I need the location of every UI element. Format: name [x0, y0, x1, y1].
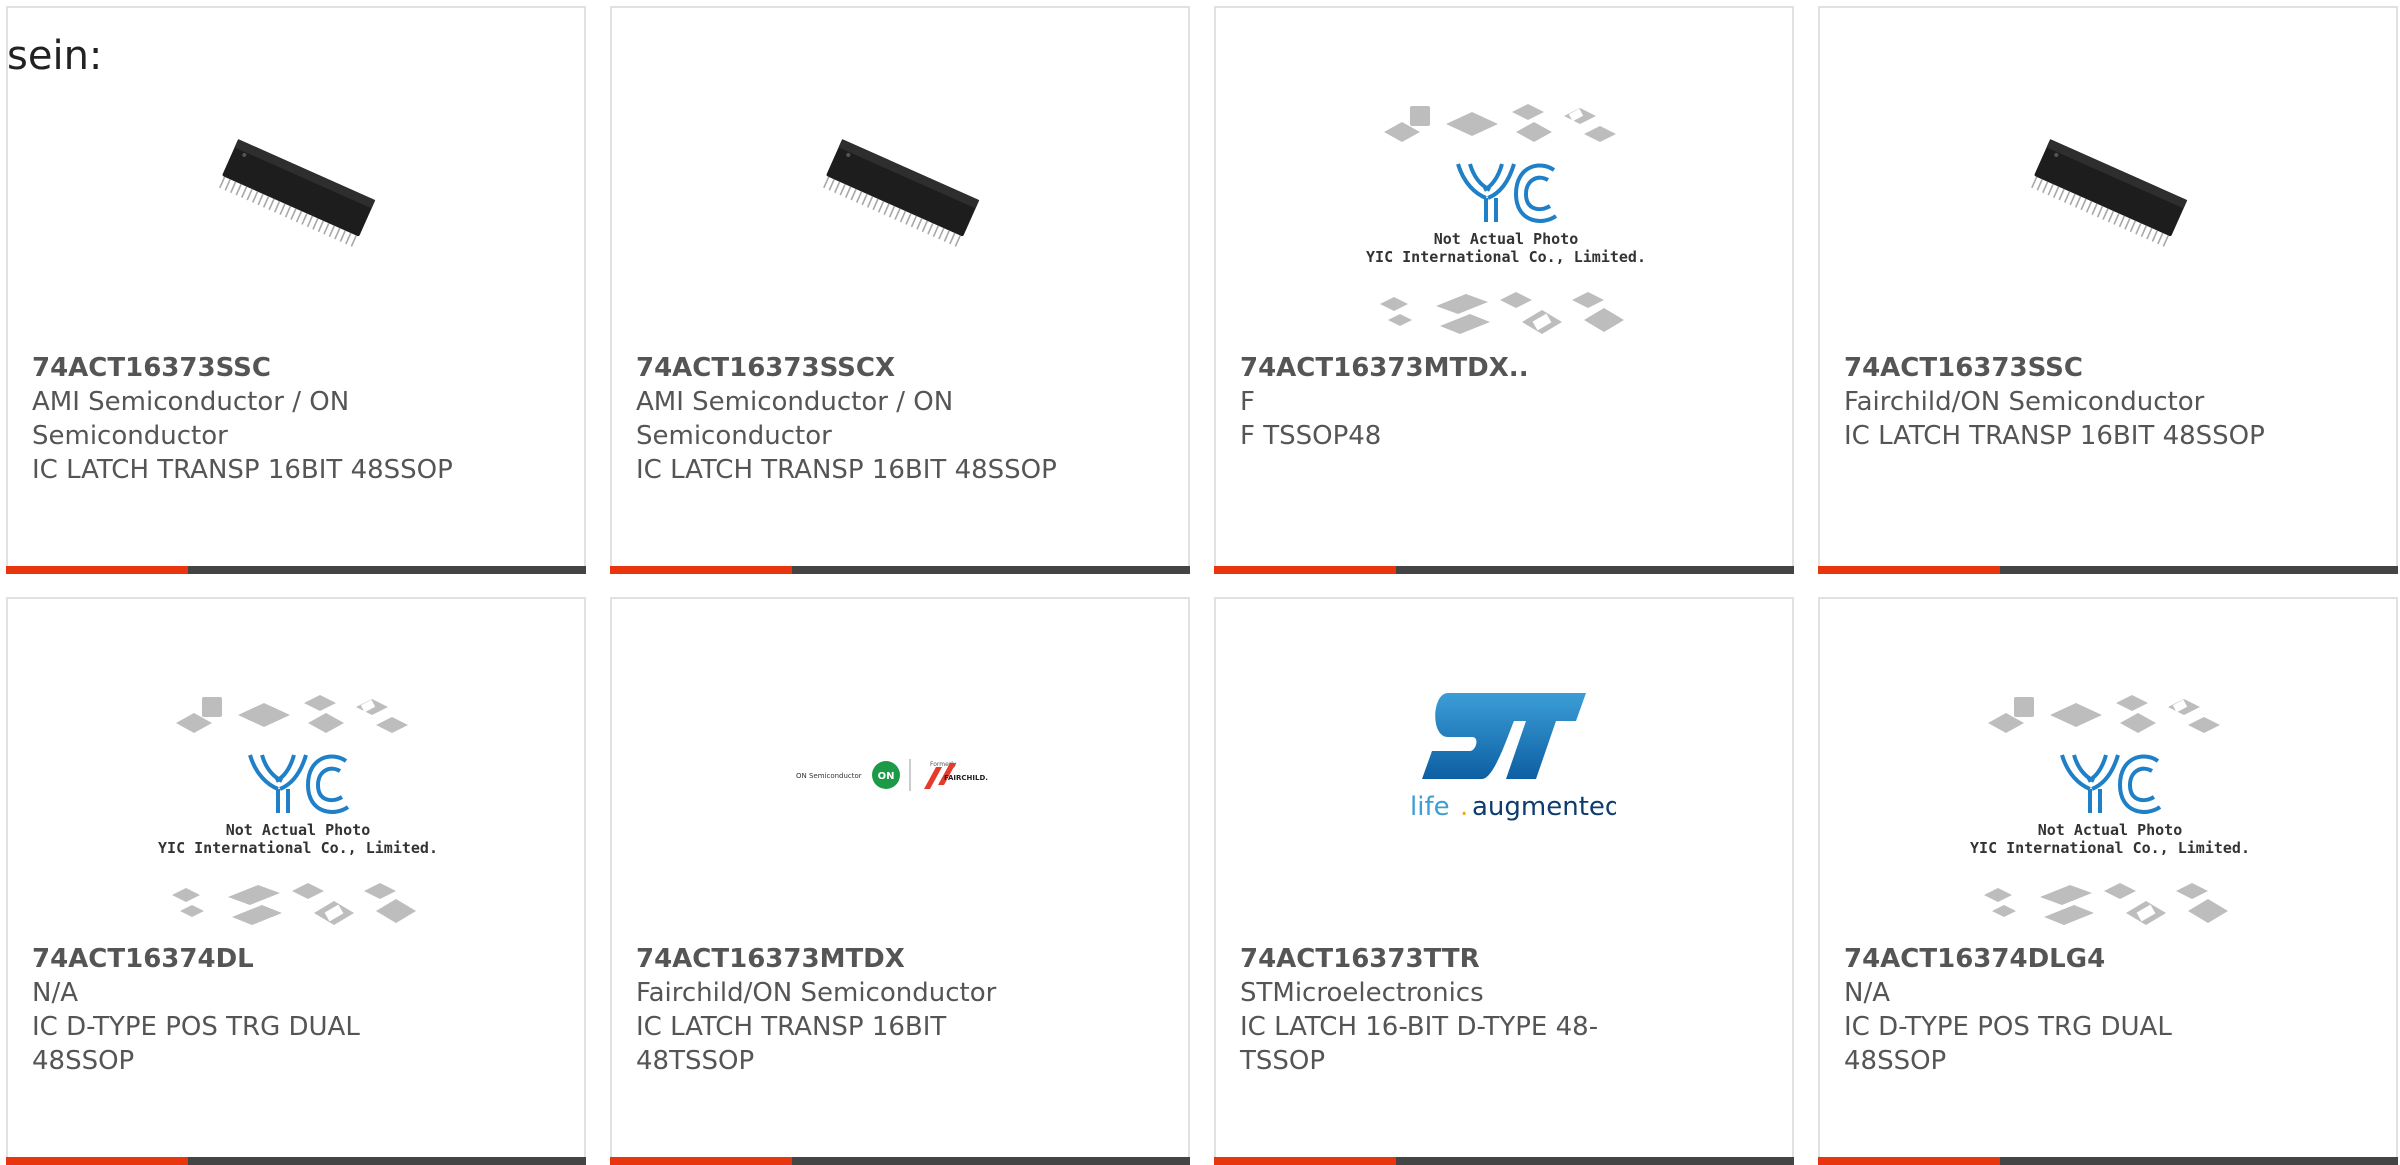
product-info: 74ACT16373SSC AMI Semiconductor / ON Sem… [32, 351, 472, 487]
manufacturer-line: Semiconductor [32, 421, 228, 451]
product-info: 74ACT16374DLG4 N/A IC D-TYPE POS TRG DUA… [1844, 942, 2284, 1078]
product-description: 48SSOP [1844, 1046, 1947, 1076]
product-description: IC LATCH TRANSP 16BIT 48SSOP [32, 455, 453, 485]
manufacturer-line: Semiconductor [636, 421, 832, 451]
chip-icon [219, 139, 376, 247]
chip-icon [2031, 139, 2188, 247]
manufacturer-line: Fairchild/ON Semiconductor [1844, 387, 2205, 417]
product-info: 74ACT16373SSC Fairchild/ON Semiconductor… [1844, 351, 2284, 453]
card-bar-accent [1818, 566, 2000, 574]
product-info: 74ACT16373SSCX AMI Semiconductor / ON Se… [636, 351, 1076, 487]
product-description: IC LATCH TRANSP 16BIT 48SSOP [636, 455, 1057, 485]
part-number[interactable]: 74ACT16373SSC [1844, 351, 2284, 385]
product-card[interactable]: ON Semiconductor ON Formerly FAIRCHILD. … [610, 597, 1190, 1165]
placeholder-caption: YIC International Co., Limited. [158, 839, 438, 857]
placeholder-caption: Not Actual Photo [226, 821, 371, 839]
card-bar-accent [610, 1157, 792, 1165]
product-image-placeholder[interactable]: Not Actual Photo YIC International Co., … [158, 685, 438, 935]
product-info: 74ACT16373MTDX Fairchild/ON Semiconducto… [636, 942, 1076, 1078]
product-info: 74ACT16373TTR STMicroelectronics IC LATC… [1240, 942, 1680, 1078]
product-image-chip[interactable] [798, 82, 1008, 292]
placeholder-caption: YIC International Co., Limited. [1366, 248, 1646, 266]
logo-text: FAIRCHILD. [944, 774, 988, 782]
product-description: TSSOP [1240, 1046, 1326, 1076]
card-bar [6, 1157, 586, 1165]
logo-text: life [1410, 792, 1450, 822]
product-info: 74ACT16373MTDX.. F F TSSOP48 [1240, 351, 1680, 453]
product-image-chip[interactable] [2006, 82, 2216, 292]
part-number[interactable]: 74ACT16373MTDX [636, 942, 1076, 976]
chip-icon [823, 139, 980, 247]
logo-text: augmented [1472, 792, 1616, 822]
product-description: 48TSSOP [636, 1046, 755, 1076]
product-card[interactable]: Not Actual Photo YIC International Co., … [1818, 597, 2398, 1165]
card-bar [1818, 1157, 2398, 1165]
card-bar-accent [1214, 1157, 1396, 1165]
manufacturer-line: N/A [32, 978, 78, 1008]
product-card[interactable]: 74ACT16373SSC Fairchild/ON Semiconductor… [1818, 6, 2398, 574]
manufacturer-line: AMI Semiconductor / ON [636, 387, 954, 417]
product-image-placeholder[interactable]: Not Actual Photo YIC International Co., … [1366, 94, 1646, 344]
part-number[interactable]: 74ACT16374DLG4 [1844, 942, 2284, 976]
card-bar [1214, 566, 1794, 574]
card-bar-accent [6, 1157, 188, 1165]
card-bar-accent [1214, 566, 1396, 574]
part-number[interactable]: 74ACT16373MTDX.. [1240, 351, 1680, 385]
card-bar-accent [6, 566, 188, 574]
card-bar-accent [1818, 1157, 2000, 1165]
product-card[interactable]: 74ACT16373SSCX AMI Semiconductor / ON Se… [610, 6, 1190, 574]
manufacturer-line: Fairchild/ON Semiconductor [636, 978, 997, 1008]
product-card[interactable]: Not Actual Photo YIC International Co., … [1214, 6, 1794, 574]
product-description: IC LATCH TRANSP 16BIT [636, 1012, 947, 1042]
card-bar [1818, 566, 2398, 574]
part-number[interactable]: 74ACT16373TTR [1240, 942, 1680, 976]
product-card[interactable]: 74ACT16373SSC AMI Semiconductor / ON Sem… [6, 6, 586, 574]
logo-text: . [1460, 792, 1468, 822]
part-number[interactable]: 74ACT16373SSC [32, 351, 472, 385]
product-image-logo[interactable]: ON Semiconductor ON Formerly FAIRCHILD. [792, 749, 1012, 799]
st-logo-icon: life . augmented [1410, 693, 1616, 822]
intro-text: sein: [7, 33, 103, 79]
product-image-logo[interactable]: life . augmented [1396, 683, 1616, 823]
product-card[interactable]: life . augmented 74ACT16373TTR STMicroel… [1214, 597, 1794, 1165]
manufacturer-line: STMicroelectronics [1240, 978, 1484, 1008]
part-number[interactable]: 74ACT16373SSCX [636, 351, 1076, 385]
product-description: F TSSOP48 [1240, 421, 1382, 451]
product-description: IC LATCH TRANSP 16BIT 48SSOP [1844, 421, 2265, 451]
placeholder-caption: Not Actual Photo [1434, 230, 1579, 248]
card-bar [1214, 1157, 1794, 1165]
product-info: 74ACT16374DL N/A IC D-TYPE POS TRG DUAL … [32, 942, 472, 1078]
manufacturer-line: F [1240, 387, 1255, 417]
product-description: 48SSOP [32, 1046, 135, 1076]
product-description: IC LATCH 16-BIT D-TYPE 48- [1240, 1012, 1599, 1042]
manufacturer-line: N/A [1844, 978, 1890, 1008]
product-card[interactable]: Not Actual Photo YIC International Co., … [6, 597, 586, 1165]
yic-placeholder-icon: Not Actual Photo YIC International Co., … [158, 695, 438, 925]
product-image-placeholder[interactable]: Not Actual Photo YIC International Co., … [1970, 685, 2250, 935]
product-image-chip[interactable] [194, 82, 404, 292]
manufacturer-line: AMI Semiconductor / ON [32, 387, 350, 417]
logo-text: ON Semiconductor [796, 772, 862, 780]
yic-placeholder-icon: Not Actual Photo YIC International Co., … [1366, 104, 1646, 334]
logo-text: ON [878, 771, 895, 782]
product-description: IC D-TYPE POS TRG DUAL [1844, 1012, 2172, 1042]
card-bar-accent [610, 566, 792, 574]
onsemi-fairchild-logo-icon: ON Semiconductor ON Formerly FAIRCHILD. [796, 759, 988, 791]
placeholder-caption: Not Actual Photo [2038, 821, 2183, 839]
card-bar [610, 1157, 1190, 1165]
part-number[interactable]: 74ACT16374DL [32, 942, 472, 976]
card-bar [6, 566, 586, 574]
placeholder-caption: YIC International Co., Limited. [1970, 839, 2250, 857]
yic-placeholder-icon: Not Actual Photo YIC International Co., … [1970, 695, 2250, 925]
card-bar [610, 566, 1190, 574]
product-description: IC D-TYPE POS TRG DUAL [32, 1012, 360, 1042]
